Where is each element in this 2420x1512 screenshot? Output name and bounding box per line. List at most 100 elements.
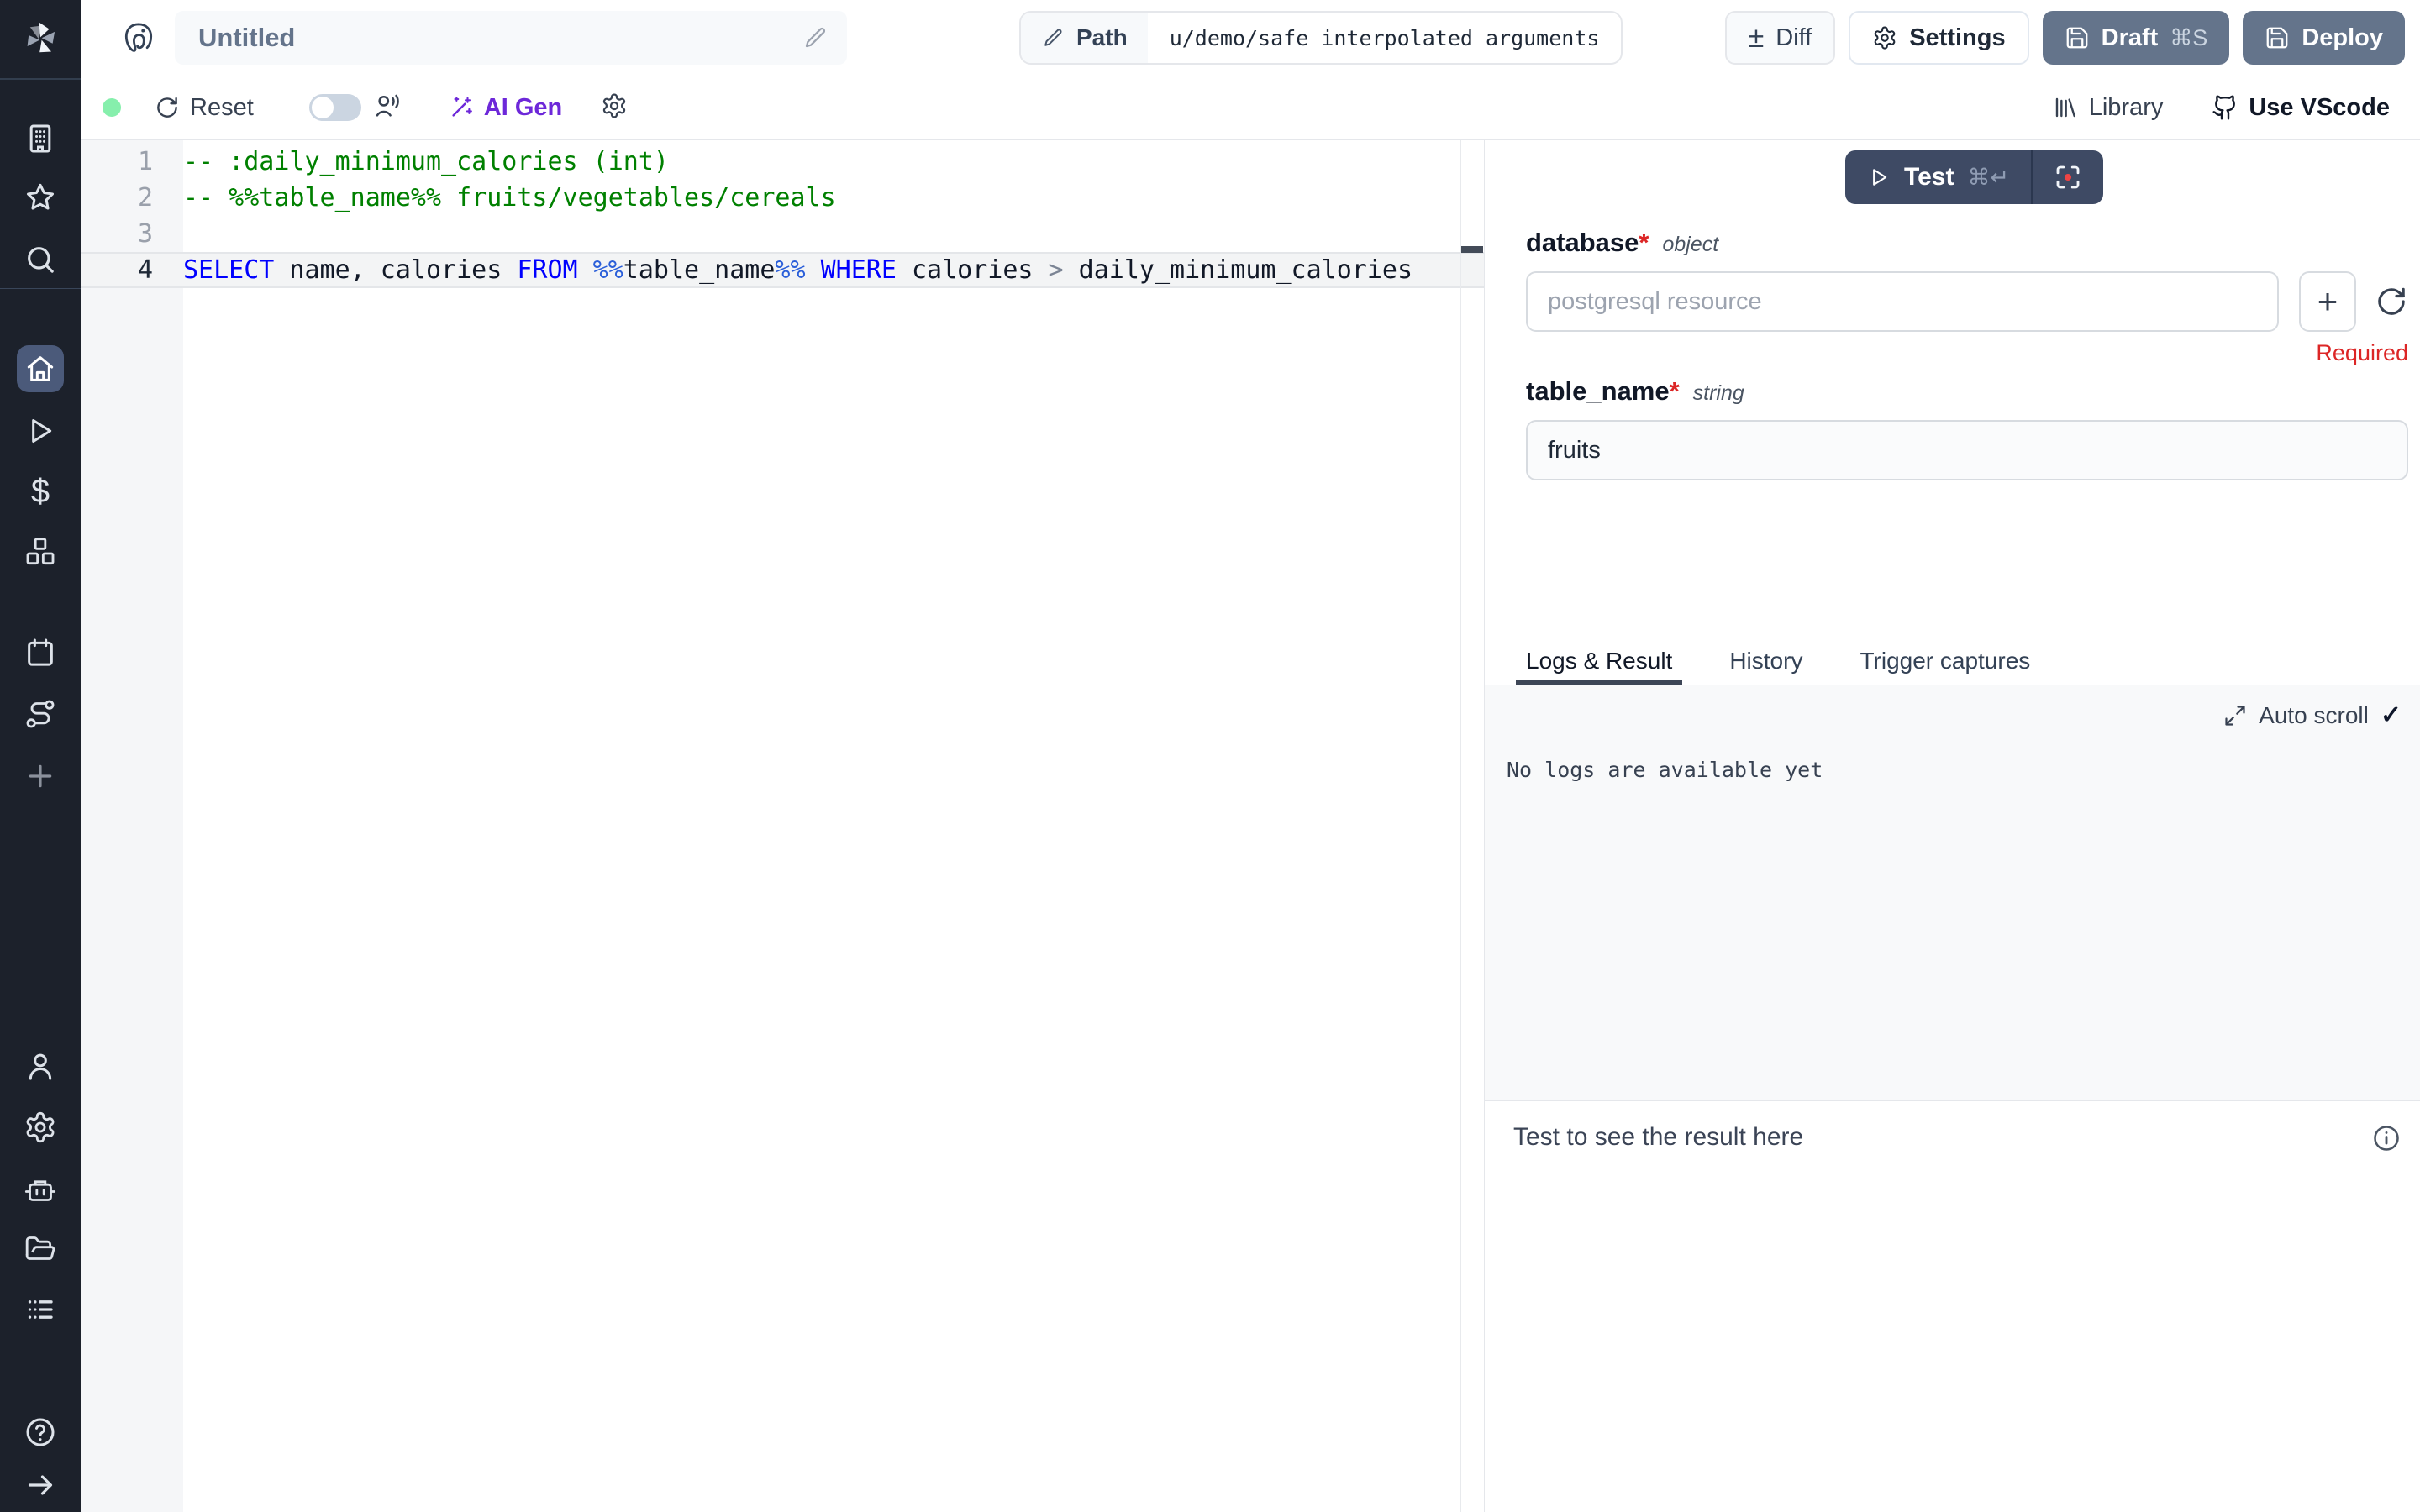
refresh-resource-icon[interactable] [2375,285,2408,318]
sidebar-item-resources[interactable] [0,528,81,575]
table-name-field-row [1526,420,2408,480]
reset-button[interactable]: Reset [155,94,254,122]
code-row-2: 2 -- %%table_name%% fruits/vegetables/ce… [81,180,1484,216]
toggle-knob [312,97,334,118]
auto-scroll-control[interactable]: Auto scroll ✓ [2223,701,2402,730]
capture-icon [2053,162,2083,192]
field-name: table_name [1526,376,1670,407]
script-title-field[interactable]: Untitled [175,11,847,65]
sidebar-item-workers[interactable] [0,1166,81,1213]
dollar-icon: $ [31,475,50,508]
result-hint: Test to see the result here [1513,1123,1803,1152]
library-button[interactable]: Library [2052,94,2164,122]
search-icon [24,243,57,276]
settings-button[interactable]: Settings [1849,11,2028,65]
sidebar-item-logs[interactable] [0,1286,81,1333]
play-icon [1867,165,1891,189]
logs-empty-message: No logs are available yet [1507,758,1823,782]
code-editor[interactable]: 1 -- :daily_minimum_calories (int) 2 -- … [81,140,1484,1512]
refresh-icon [155,95,180,120]
tab-history[interactable]: History [1729,638,1802,685]
sidebar-item-settings[interactable] [0,1104,81,1151]
topbar: Untitled Path u/demo/safe_interpolated_a… [81,0,2420,76]
sidebar-top-divider [0,78,81,80]
overview-ruler[interactable] [1460,140,1484,1512]
code-row-3: 3 [81,216,1484,252]
use-vscode-button[interactable]: Use VScode [2212,94,2390,122]
draft-label: Draft [2102,24,2159,52]
plus-icon [24,759,57,793]
sidebar-item-home[interactable] [17,345,64,392]
line-number: 3 [81,216,183,252]
route-icon [24,697,57,731]
sidebar-item-favorites[interactable] [0,174,81,221]
editor-settings-gear-icon[interactable] [601,92,628,123]
code-line-2: -- %%table_name%% fruits/vegetables/cere… [183,180,836,216]
capture-button[interactable] [2033,150,2103,204]
sidebar-item-schedules[interactable] [0,629,81,676]
sidebar-collapse-toggle[interactable] [0,1462,81,1509]
required-asterisk: * [1670,376,1680,407]
deploy-label: Deploy [2302,24,2383,52]
result-tabs: Logs & Result History Trigger captures [1485,638,2420,685]
ai-gen-button[interactable]: AI Gen [449,94,562,122]
sidebar-item-help[interactable] [0,1409,81,1456]
save-icon [2065,25,2090,50]
deploy-button[interactable]: Deploy [2243,11,2405,65]
sidebar-item-search[interactable] [0,236,81,283]
expand-icon[interactable] [2223,704,2247,727]
sidebar-item-account[interactable] [0,1043,81,1090]
auto-scroll-label: Auto scroll [2259,702,2369,729]
test-label: Test [1904,163,1954,192]
ai-gen-label: AI Gen [484,94,562,122]
reset-label: Reset [190,94,254,122]
multiplayer-toggle[interactable] [309,94,361,121]
info-icon[interactable] [2371,1123,2402,1153]
code-row-4-current: 4 SELECT name, calories FROM %%table_nam… [81,252,1484,288]
test-shortcut: ⌘↵ [1967,165,2009,191]
building-icon [24,122,57,155]
gear-icon [1872,25,1897,50]
gear-icon [24,1110,57,1144]
test-button[interactable]: Test ⌘↵ [1845,150,2031,204]
sidebar-item-variables[interactable]: $ [0,468,81,515]
add-resource-button[interactable]: + [2299,271,2356,332]
code-line-4: SELECT name, calories FROM %%table_name%… [183,252,1413,288]
status-dot [103,98,121,117]
sidebar-item-workspace[interactable] [0,115,81,162]
settings-label: Settings [1909,24,2005,52]
magic-wand-icon [449,95,474,120]
sidebar-item-triggers[interactable] [0,690,81,738]
windmill-logo[interactable] [0,12,81,66]
library-icon [2052,94,2079,121]
save-icon [2265,25,2290,50]
cursor-position-marker [1461,246,1483,253]
checkmark-icon[interactable]: ✓ [2381,701,2402,730]
sidebar-item-add[interactable] [0,753,81,800]
line-number: 1 [81,144,183,180]
table-name-input[interactable] [1526,420,2408,480]
sidebar-item-runs[interactable] [0,407,81,454]
multiplayer-users-icon[interactable] [373,92,402,124]
sidebar-item-folders[interactable] [0,1225,81,1272]
database-input[interactable] [1526,271,2279,332]
draft-shortcut: ⌘S [2170,25,2207,51]
edit-title-pencil-icon[interactable] [802,24,829,51]
windmill-app: $ Untitled Path u/demo/safe_interpolated… [0,0,2420,1512]
tab-trigger-captures[interactable]: Trigger captures [1860,638,2030,685]
run-panel: Test ⌘↵ database * object + Required [1484,140,2420,1512]
diff-button[interactable]: ± Diff [1725,11,1836,65]
star-icon [24,181,57,214]
result-row: Test to see the result here [1485,1101,2420,1153]
code-row-1: 1 -- :daily_minimum_calories (int) [81,144,1484,180]
play-icon [24,414,57,448]
topbar-actions: ± Diff Settings Draft ⌘S Deploy [1725,11,2405,65]
tab-logs-result[interactable]: Logs & Result [1526,638,1672,685]
result-area: Test to see the result here [1485,1101,2420,1512]
test-button-group: Test ⌘↵ [1845,150,2103,204]
line-number: 4 [81,252,183,288]
list-icon [24,1293,57,1326]
path-value: u/demo/safe_interpolated_arguments [1148,13,1622,63]
path-pill[interactable]: Path u/demo/safe_interpolated_arguments [1019,11,1623,65]
draft-button[interactable]: Draft ⌘S [2043,11,2230,65]
